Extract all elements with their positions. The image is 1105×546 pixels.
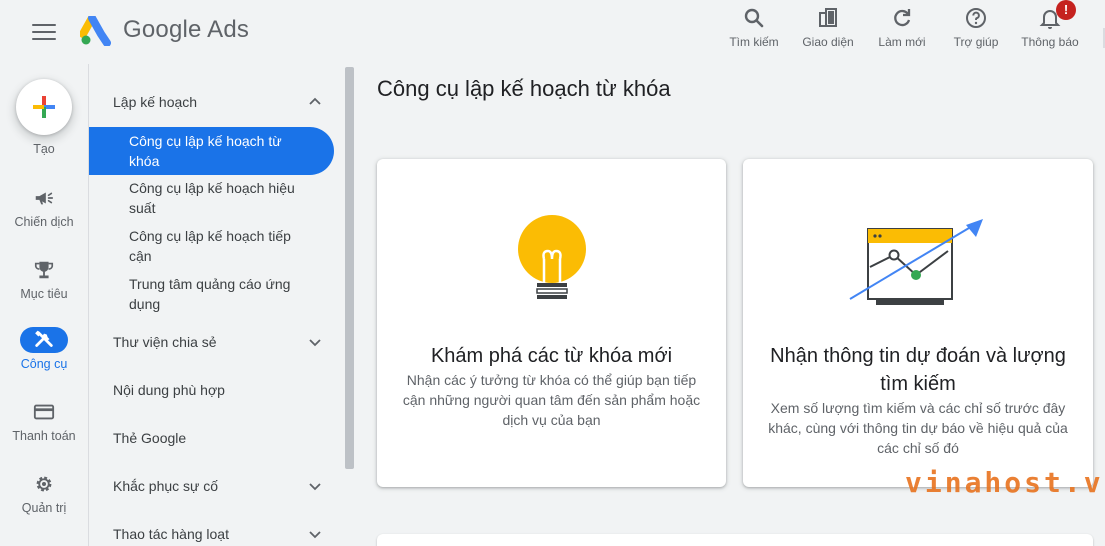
notifications-button[interactable]: ! Thông báo [1013,0,1087,56]
chevron-down-icon [309,483,321,491]
nav-keyword-planner[interactable]: Công cụ lập kế hoạch từ khóa [89,127,334,175]
create-label-item[interactable]: Tạo [0,138,88,156]
nav-content-suitability-label: Nội dung phù hợp [113,382,225,398]
appearance-button[interactable]: Giao diện [791,4,865,56]
search-volume-forecasts-card[interactable]: Nhận thông tin dự đoán và lượng tìm kiếm… [743,159,1093,487]
nav-google-tag-label: Thẻ Google [113,430,187,446]
nav-section-shared-library[interactable]: Thư viện chia sẻ [89,330,335,354]
discover-keywords-title: Khám phá các từ khóa mới [430,345,673,367]
refresh-label: Làm mới [878,35,926,49]
rail-item-campaigns[interactable]: Chiến dịch [0,185,88,229]
help-button[interactable]: Trợ giúp [939,4,1013,56]
megaphone-icon [20,185,68,211]
discover-keywords-desc: Nhận các ý tưởng từ khóa có thể giúp bạn… [402,372,701,428]
tools-nav: Lập kế hoạch Công cụ lập kế hoạch từ khó… [88,64,354,546]
create-label: Tạo [33,142,55,156]
watermark-text: vinahost.vn [905,466,1105,499]
main-menu-icon[interactable] [30,20,58,44]
search-icon [744,8,764,28]
nav-google-tag[interactable]: Thẻ Google [89,426,335,450]
refresh-icon [894,9,911,27]
create-button[interactable] [16,79,72,135]
google-ads-logo [80,16,111,46]
nav-section-troubleshooting[interactable]: Khắc phục sự cố [89,474,335,498]
nav-section-planning[interactable]: Lập kế hoạch [89,90,335,114]
rail-item-billing[interactable]: Thanh toán [0,399,88,443]
appearance-icon [819,8,837,27]
discover-keywords-card[interactable]: Khám phá các từ khóa mới Nhận các ý tưởn… [377,159,726,487]
lightbulb-icon [517,215,586,299]
gear-icon [20,471,68,497]
left-rail: Tạo Chiến dịch Mục tiêu Công cụ Thanh to… [0,64,88,546]
chevron-down-icon [309,531,321,539]
tools-icon [20,327,68,353]
rail-item-admin[interactable]: Quản trị [0,471,88,515]
search-label: Tìm kiếm [729,35,779,49]
plus-icon [33,96,55,118]
nav-bulk-actions-label: Thao tác hàng loạt [113,526,229,542]
trophy-icon [20,257,68,283]
nav-app-advertising-hub[interactable]: Trung tâm quảng cáo ứng dụng [89,274,334,314]
appearance-label: Giao diện [802,35,854,49]
notifications-label: Thông báo [1021,35,1079,49]
chevron-down-icon [309,339,321,347]
forecast-chart-icon [849,219,983,305]
nav-section-bulk-actions[interactable]: Thao tác hàng loạt [89,522,335,546]
rail-item-goals[interactable]: Mục tiêu [0,257,88,301]
nav-reach-planner[interactable]: Công cụ lập kế hoạch tiếp cận [89,226,334,266]
nav-performance-planner[interactable]: Công cụ lập kế hoạch hiệu suất [89,178,334,218]
search-button[interactable]: Tìm kiếm [717,4,791,56]
search-volume-forecasts-title: Nhận thông tin dự đoán và lượng tìm kiếm [770,345,1066,395]
nav-troubleshooting-label: Khắc phục sự cố [113,478,219,494]
rail-label-billing: Thanh toán [12,429,76,443]
top-bar: Google Ads Tìm kiếm Giao diện Làm mới Tr… [0,0,1105,64]
brand-name: Google Ads [123,16,250,43]
page-title: Công cụ lập kế hoạch từ khóa [377,76,671,101]
notification-badge: ! [1056,0,1076,20]
rail-label-admin: Quản trị [21,501,67,515]
vinahost-watermark: vinahost.vn [905,466,1105,500]
bottom-panel [377,534,1093,546]
nav-shared-library-label: Thư viện chia sẻ [113,334,217,350]
rail-label-goals: Mục tiêu [20,287,68,301]
credit-card-icon [20,399,68,425]
chevron-up-icon [309,97,321,105]
top-actions: Tìm kiếm Giao diện Làm mới Trợ giúp ! Th… [717,0,1087,56]
refresh-button[interactable]: Làm mới [865,4,939,56]
rail-label-tools: Công cụ [20,357,68,371]
nav-planning-label: Lập kế hoạch [113,94,198,110]
rail-item-tools[interactable]: Công cụ [0,327,88,371]
rail-label-campaigns: Chiến dịch [14,215,74,229]
search-volume-forecasts-desc: Xem số lượng tìm kiếm và các chỉ số trướ… [768,400,1068,456]
nav-content-suitability[interactable]: Nội dung phù hợp [89,378,335,402]
nav-scrollbar[interactable] [345,67,354,469]
help-icon [966,8,986,28]
help-label: Trợ giúp [953,35,999,49]
